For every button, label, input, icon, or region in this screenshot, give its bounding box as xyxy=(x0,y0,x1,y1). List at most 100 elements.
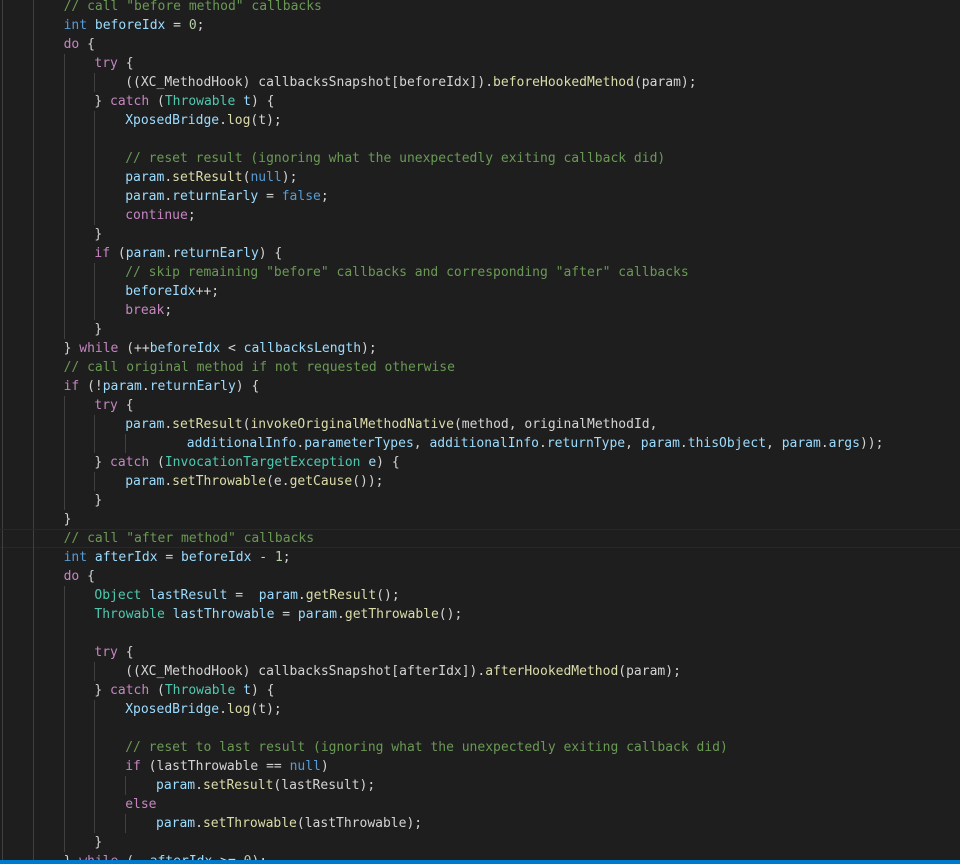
indent-guide xyxy=(2,453,3,472)
code-line[interactable]: // skip remaining "before" callbacks and… xyxy=(0,263,960,282)
indent-guide xyxy=(32,624,34,643)
code-line[interactable]: try { xyxy=(0,396,960,415)
code-token: } xyxy=(63,512,72,527)
code-line[interactable]: } while (++beforeIdx < callbacksLength); xyxy=(0,339,960,358)
code-token: (e. xyxy=(266,474,290,489)
code-line[interactable]: } xyxy=(0,833,960,852)
indent-guide xyxy=(2,35,3,54)
indent-guide xyxy=(94,168,96,187)
indent-guide xyxy=(2,567,3,586)
code-text: XposedBridge.log(t); xyxy=(125,111,282,130)
code-line[interactable]: param.setThrowable(lastThrowable); xyxy=(0,814,960,833)
code-line[interactable]: } xyxy=(0,491,960,510)
code-line[interactable]: XposedBridge.log(t); xyxy=(0,111,960,130)
code-token: . xyxy=(195,816,203,831)
code-line[interactable]: } catch (Throwable t) { xyxy=(0,92,960,111)
code-line[interactable]: ((XC_MethodHook) callbacksSnapshot[after… xyxy=(0,662,960,681)
code-line[interactable]: Throwable lastThrowable = param.getThrow… xyxy=(0,605,960,624)
code-line[interactable]: int afterIdx = beforeIdx - 1; xyxy=(0,548,960,567)
indent-guide xyxy=(32,168,34,187)
code-line[interactable]: param.setThrowable(e.getCause()); xyxy=(0,472,960,491)
code-line[interactable]: } catch (Throwable t) { xyxy=(0,681,960,700)
code-token: = xyxy=(165,18,189,33)
code-line[interactable]: beforeIdx++; xyxy=(0,282,960,301)
code-line[interactable]: try { xyxy=(0,54,960,73)
indent-guide xyxy=(2,624,3,643)
indent-guide xyxy=(32,73,34,92)
code-token: param xyxy=(156,778,196,793)
code-line[interactable]: } xyxy=(0,225,960,244)
code-line[interactable]: } catch (InvocationTargetException e) { xyxy=(0,453,960,472)
code-text: // call "after method" callbacks xyxy=(64,530,314,547)
code-text: if (!param.returnEarly) { xyxy=(64,377,260,396)
code-editor[interactable]: // call "before method" callbacks int bef… xyxy=(0,0,960,864)
code-token: param xyxy=(125,189,165,204)
code-line[interactable]: } xyxy=(0,320,960,339)
code-text: continue; xyxy=(125,206,195,225)
code-line[interactable]: try { xyxy=(0,643,960,662)
code-token: (t); xyxy=(250,113,282,128)
code-line[interactable]: // call "after method" callbacks xyxy=(0,529,960,549)
indent-guide xyxy=(94,434,96,453)
indent-guide xyxy=(2,92,3,111)
code-line[interactable]: param.setResult(null); xyxy=(0,168,960,187)
code-token: param xyxy=(258,588,298,603)
indent-guide xyxy=(94,206,96,225)
code-line[interactable]: if (!param.returnEarly) { xyxy=(0,377,960,396)
code-line[interactable]: do { xyxy=(0,567,960,586)
code-token: // call original method if not requested… xyxy=(63,360,455,375)
code-text: param.returnEarly = false; xyxy=(125,187,329,206)
code-token: . xyxy=(164,474,173,489)
code-token: param xyxy=(297,607,338,622)
code-line[interactable] xyxy=(0,130,960,149)
indent-guide xyxy=(94,738,96,757)
code-line[interactable]: if (lastThrowable == null) xyxy=(0,757,960,776)
code-token: getCause xyxy=(289,474,353,489)
code-line[interactable]: if (param.returnEarly) { xyxy=(0,244,960,263)
indent-guide xyxy=(63,130,65,149)
code-line[interactable]: param.returnEarly = false; xyxy=(0,187,960,206)
code-token: param xyxy=(125,246,165,261)
indent-guide xyxy=(63,833,65,852)
indent-guide xyxy=(63,453,65,472)
code-token: ( xyxy=(149,455,165,470)
indent-guide xyxy=(32,415,34,434)
code-line[interactable]: // call original method if not requested… xyxy=(0,358,960,377)
code-line[interactable] xyxy=(0,719,960,738)
code-line[interactable] xyxy=(0,624,960,643)
code-token: int xyxy=(63,18,88,33)
code-text: // reset result (ignoring what the unexp… xyxy=(125,149,665,168)
indent-guide xyxy=(32,16,34,35)
indent-guide xyxy=(63,491,65,510)
code-line[interactable]: XposedBridge.log(t); xyxy=(0,700,960,719)
indent-guide xyxy=(32,586,34,605)
indent-guide xyxy=(2,643,3,662)
code-line[interactable]: param.setResult(lastResult); xyxy=(0,776,960,795)
code-text: // call "before method" callbacks xyxy=(64,0,322,16)
code-text: do { xyxy=(64,567,95,586)
code-line[interactable]: Object lastResult = param.getResult(); xyxy=(0,586,960,605)
code-line[interactable]: continue; xyxy=(0,206,960,225)
code-line[interactable]: break; xyxy=(0,301,960,320)
code-line[interactable]: int beforeIdx = 0; xyxy=(0,16,960,35)
code-line[interactable]: else xyxy=(0,795,960,814)
indent-guide xyxy=(32,738,34,757)
code-line[interactable]: additionalInfo. parameterTypes, additiona… xyxy=(0,434,960,453)
indent-guide xyxy=(63,206,65,225)
code-line[interactable]: do { xyxy=(0,35,960,54)
code-text: } while (++beforeIdx < callbacksLength); xyxy=(64,339,377,358)
code-line[interactable]: // reset to last result (ignoring what t… xyxy=(0,738,960,757)
indent-guide xyxy=(2,738,3,757)
code-token: , xyxy=(413,436,430,451)
code-line[interactable]: // call "before method" callbacks xyxy=(0,0,960,16)
indent-guide xyxy=(32,339,34,358)
indent-guide xyxy=(63,719,65,738)
indent-guide xyxy=(2,130,3,149)
indent-guide xyxy=(63,73,65,92)
code-line[interactable]: param.setResult(invokeOriginalMethodNati… xyxy=(0,415,960,434)
code-line[interactable]: ((XC_MethodHook) callbacksSnapshot[befor… xyxy=(0,73,960,92)
code-line[interactable]: // reset result (ignoring what the unexp… xyxy=(0,149,960,168)
code-token: afterHookedMethod xyxy=(485,664,619,679)
code-line[interactable]: } xyxy=(0,510,960,529)
